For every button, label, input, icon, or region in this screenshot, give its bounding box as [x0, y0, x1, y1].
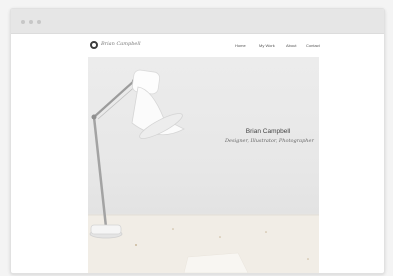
nav-contact[interactable]: Contact — [306, 43, 320, 48]
hero-tagline: Designer, Illustrator, Photographer — [225, 138, 314, 144]
site-brand[interactable]: Brian Campbell — [101, 41, 141, 47]
hero-image: Brian Campbell Designer, Illustrator, Ph… — [88, 57, 319, 273]
hero-name: Brian Campbell — [245, 128, 291, 135]
nav-my-work[interactable]: My Work — [259, 43, 275, 48]
logo-icon[interactable] — [90, 41, 98, 49]
window-dot-icon[interactable] — [37, 20, 41, 24]
window-dot-icon[interactable] — [29, 20, 33, 24]
desk-lamp-illustration — [88, 69, 319, 273]
nav-about[interactable]: About — [286, 43, 296, 48]
site-header: Brian Campbell Home My Work About Contac… — [11, 33, 384, 57]
browser-window: Brian Campbell Home My Work About Contac… — [10, 8, 385, 274]
nav-home[interactable]: Home — [235, 43, 246, 48]
browser-chrome — [11, 9, 384, 34]
window-dot-icon[interactable] — [21, 20, 25, 24]
